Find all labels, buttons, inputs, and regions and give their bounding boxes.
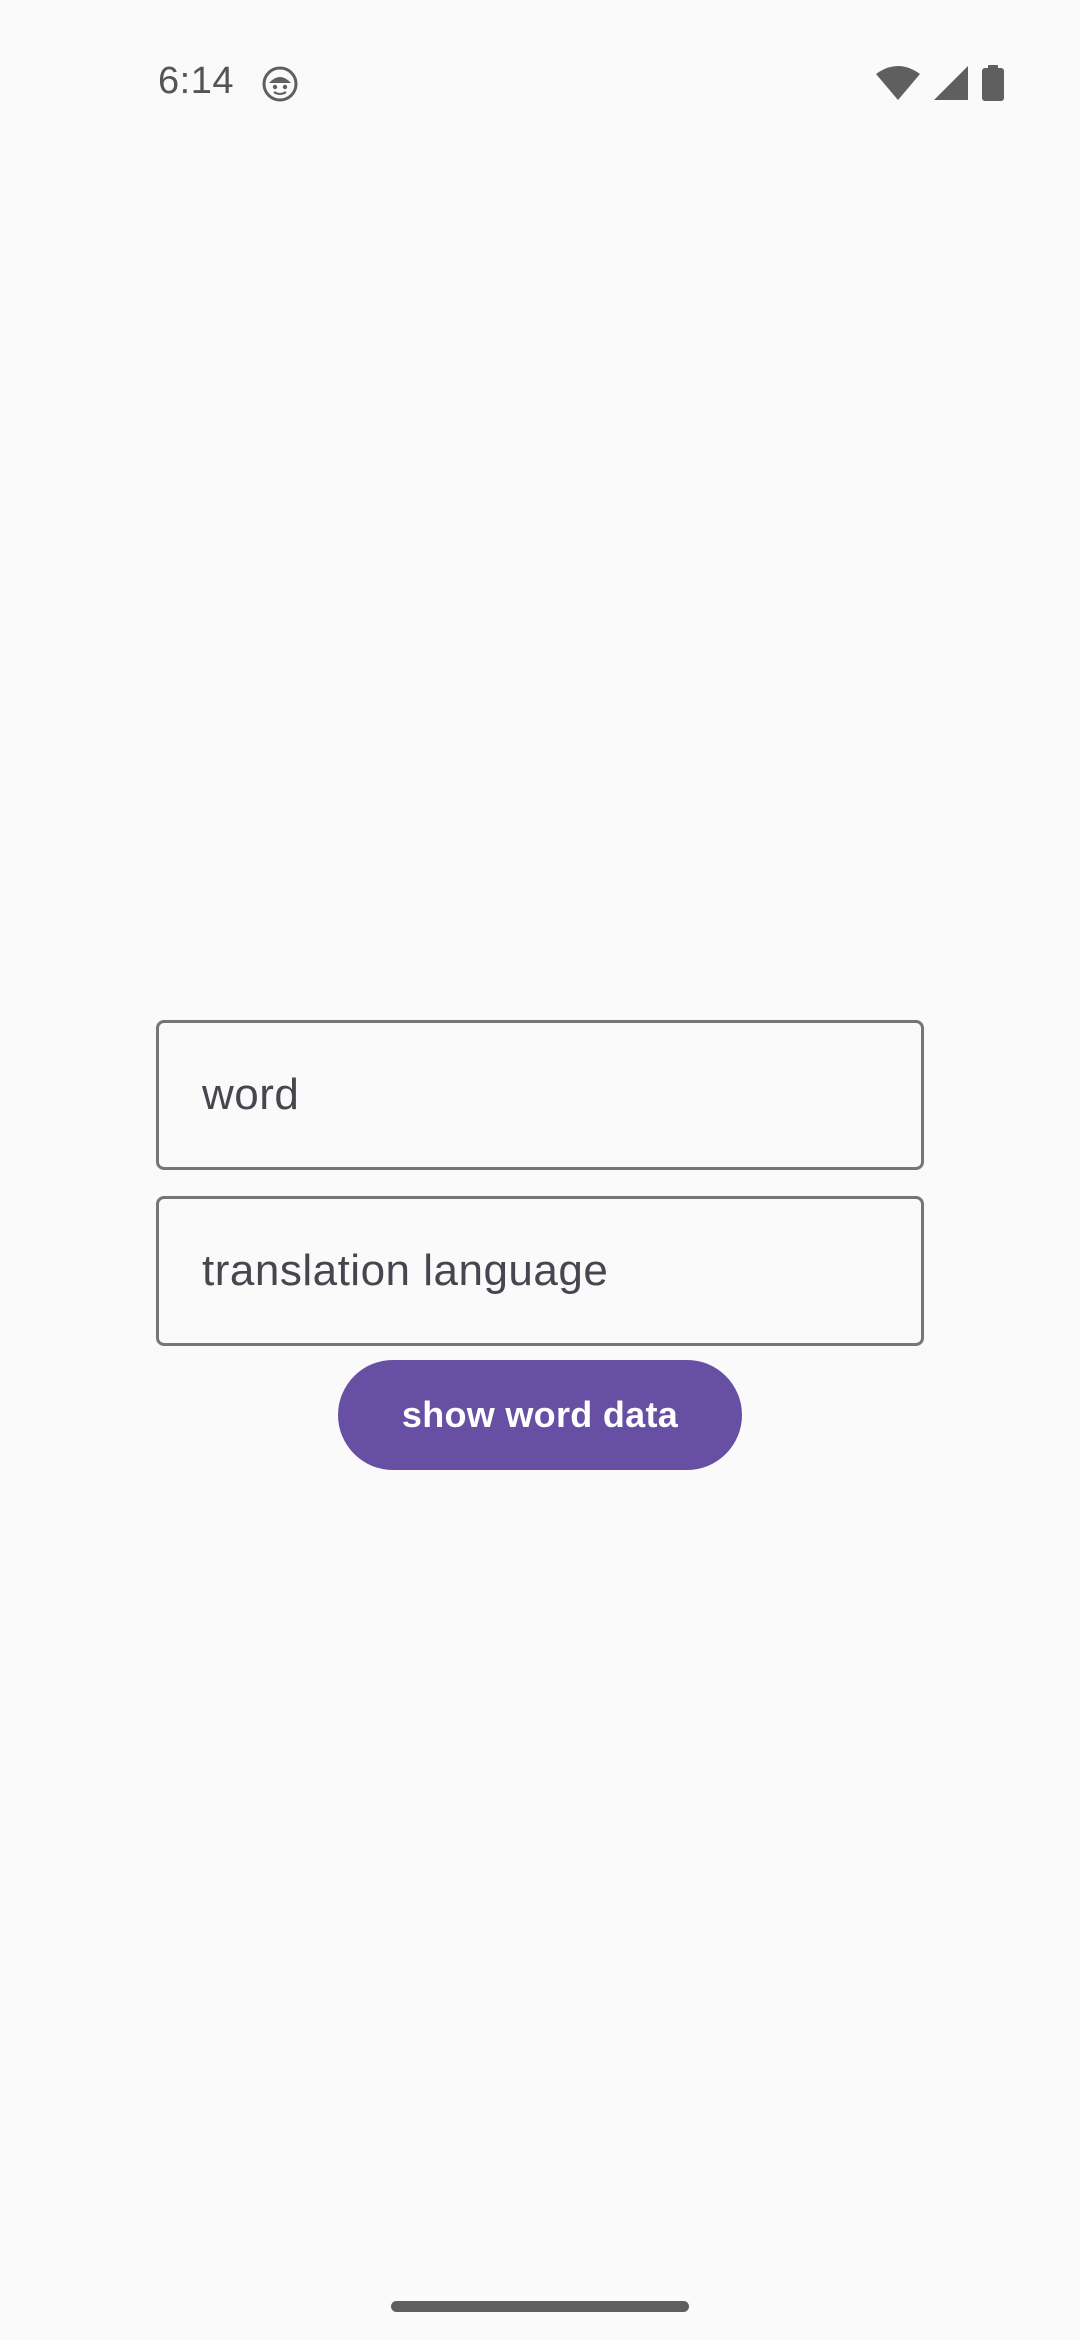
gesture-navigation-bar[interactable] bbox=[391, 2301, 689, 2312]
word-input-placeholder: word bbox=[202, 1070, 300, 1119]
show-word-data-button[interactable]: show word data bbox=[338, 1360, 742, 1470]
android-face-icon bbox=[262, 66, 298, 102]
status-bar: 6:14 bbox=[0, 0, 1080, 166]
show-word-data-label: show word data bbox=[401, 1394, 679, 1435]
translation-language-placeholder: translation language bbox=[202, 1246, 609, 1295]
status-time: 6:14 bbox=[158, 60, 234, 102]
cellular-signal-icon bbox=[934, 66, 968, 100]
translation-language-input[interactable]: translation language bbox=[156, 1196, 924, 1346]
app-screen: 6:14 word translation language show word… bbox=[0, 0, 1080, 2340]
word-input[interactable]: word bbox=[156, 1020, 924, 1170]
battery-icon bbox=[982, 65, 1004, 101]
status-icons bbox=[876, 64, 1004, 102]
wifi-icon bbox=[876, 66, 920, 100]
